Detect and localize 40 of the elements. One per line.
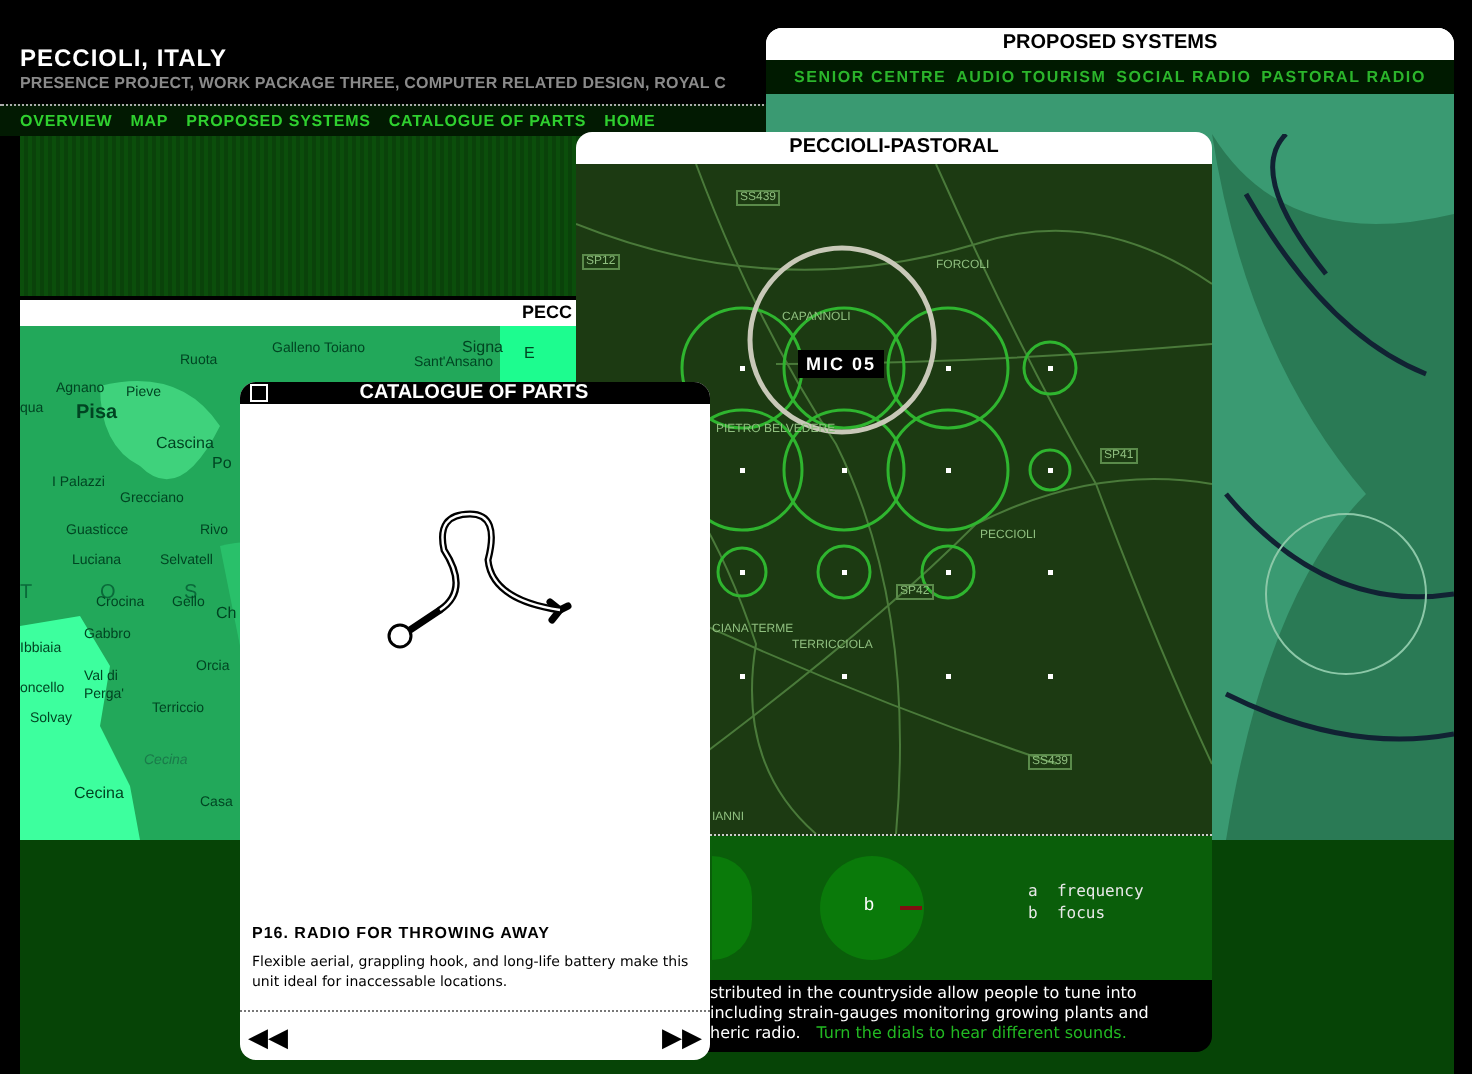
map-label: T [20,582,33,604]
description-text: heric radio. Turn the dials to hear different sounds. [710,1024,1129,1044]
map-label: Ch [216,604,237,622]
part-title: P16. RADIO FOR THROWING AWAY [252,924,552,942]
description-text: stributed in the countryside allow people to tune into [710,984,1139,1004]
window-title: PECC [519,300,574,326]
coverage-circle [886,408,1010,532]
coverage-circle [1028,448,1072,492]
hint-text: Turn the dials to hear different sounds. [816,1024,1127,1042]
nav-link[interactable]: PROPOSED SYSTEMS [186,112,371,130]
nav-link[interactable]: CATALOGUE OF PARTS [388,112,587,130]
nav-link[interactable]: OVERVIEW [20,112,113,130]
nav-link[interactable]: SENIOR CENTRE [794,68,947,86]
coverage-circle [886,306,1010,430]
nav-link[interactable]: MAP [130,112,169,130]
site-title: PECCIOLI, ITALY [20,44,230,72]
legend-text: b focus [1028,902,1108,924]
nav-link[interactable]: AUDIO TOURISM [956,68,1107,86]
nav-link[interactable]: HOME [604,112,656,130]
map-label: Po [212,454,232,472]
map-label: Cascina [156,434,214,452]
site-subtitle: PRESENCE PROJECT, WORK PACKAGE THREE, COMPUTER RELATED DESIGN, ROYAL C [20,74,728,92]
coverage-circle [716,546,768,598]
close-box-icon[interactable] [250,384,268,402]
description-text: including strain-gauges monitoring growing plants and [710,1004,1151,1024]
previous-button[interactable]: ◀◀ [248,1022,288,1052]
window-title: PECCIOLI-PASTORAL [576,132,1212,164]
map-label: Cecina [74,784,124,802]
legend-text: a frequency [1028,880,1144,902]
dial[interactable] [712,856,752,960]
window-title: CATALOGUE OF PARTS [357,382,591,404]
nav-link[interactable]: SOCIAL RADIO [1116,68,1252,86]
next-button[interactable]: ▶▶ [662,1022,702,1052]
coverage-circle [816,544,872,600]
coverage-circle [1022,340,1078,396]
map-label: Pisa [76,402,118,424]
dial[interactable]: b [820,856,924,960]
map-label: E [524,344,535,362]
microphone-label: MIC 05 [798,350,885,378]
nav-link[interactable]: PASTORAL RADIO [1261,68,1426,86]
